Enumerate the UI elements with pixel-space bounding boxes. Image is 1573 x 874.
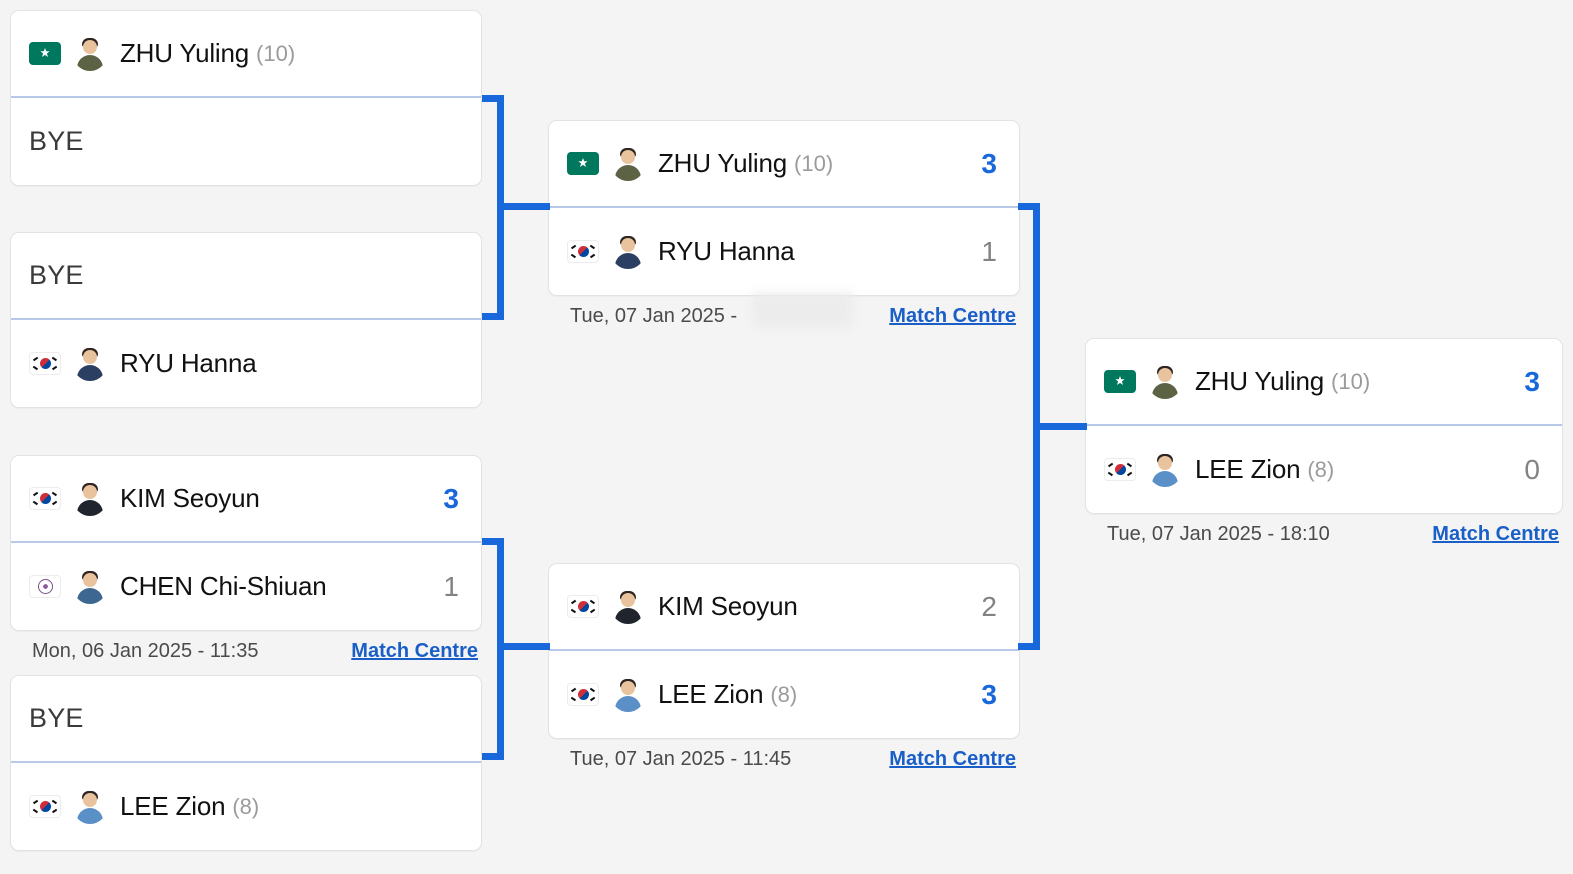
avatar bbox=[73, 790, 107, 824]
match-date: Mon, 06 Jan 2025 - 11:35 bbox=[32, 640, 259, 662]
player-seed: (8) bbox=[770, 681, 798, 707]
player-score: 3 bbox=[1524, 365, 1540, 397]
match-row-player-1[interactable]: ZHU Yuling (10) bbox=[11, 11, 481, 98]
south-korea-flag bbox=[1104, 458, 1136, 481]
south-korea-flag bbox=[29, 795, 61, 818]
player-name: LEE Zion bbox=[1195, 454, 1301, 484]
avatar bbox=[611, 678, 645, 712]
match-meta: Tue, 07 Jan 2025 - 18:10 Match Centre bbox=[1085, 523, 1563, 546]
redacted-time-overlay bbox=[753, 293, 853, 327]
player-score: 1 bbox=[443, 570, 459, 602]
player-name: KIM Seoyun bbox=[120, 483, 260, 513]
player-name: RYU Hanna bbox=[120, 348, 257, 378]
avatar bbox=[73, 347, 107, 381]
match-date: Tue, 07 Jan 2025 - 18:10 bbox=[1107, 523, 1330, 545]
bye-label: BYE bbox=[29, 260, 84, 290]
player-name: LEE Zion bbox=[658, 679, 764, 709]
bye-label: BYE bbox=[29, 126, 84, 156]
match-card[interactable]: ZHU Yuling (10) 3 LEE Zion (8) 0 bbox=[1085, 338, 1563, 514]
match-r1-m4[interactable]: BYE LEE Zion (8) bbox=[10, 675, 482, 851]
avatar bbox=[611, 147, 645, 181]
player-score: 2 bbox=[981, 590, 997, 622]
match-r2-m1[interactable]: ZHU Yuling (10) 3 RYU Hanna 1 Tue, 07 Ja… bbox=[548, 120, 1020, 328]
macau-flag bbox=[29, 42, 61, 65]
match-row-player-2[interactable]: BYE bbox=[11, 98, 481, 185]
match-row-player-2[interactable]: LEE Zion (8) 0 bbox=[1086, 426, 1562, 513]
match-meta: Tue, 07 Jan 2025 - Match Centre bbox=[548, 293, 1020, 328]
player-seed: (8) bbox=[232, 793, 260, 819]
macau-flag bbox=[567, 152, 599, 175]
avatar bbox=[611, 590, 645, 624]
player-name: CHEN Chi-Shiuan bbox=[120, 571, 327, 601]
match-r1-m3[interactable]: KIM Seoyun 3 CHEN Chi-Shiuan 1 Mon, 06 J… bbox=[10, 455, 482, 663]
player-score: 3 bbox=[981, 147, 997, 179]
south-korea-flag bbox=[29, 352, 61, 375]
connector-to-r2m1 bbox=[497, 203, 550, 210]
avatar bbox=[73, 482, 107, 516]
match-centre-link[interactable]: Match Centre bbox=[1432, 523, 1559, 546]
avatar bbox=[611, 235, 645, 269]
match-card[interactable]: KIM Seoyun 3 CHEN Chi-Shiuan 1 bbox=[10, 455, 482, 631]
match-card[interactable]: BYE RYU Hanna bbox=[10, 232, 482, 408]
player-seed: (10) bbox=[256, 40, 296, 66]
match-r3-final[interactable]: ZHU Yuling (10) 3 LEE Zion (8) 0 Tue, 07… bbox=[1085, 338, 1563, 546]
match-meta: Mon, 06 Jan 2025 - 11:35 Match Centre bbox=[10, 640, 482, 663]
match-row-player-1[interactable]: KIM Seoyun 3 bbox=[11, 456, 481, 543]
avatar bbox=[1148, 365, 1182, 399]
match-row-player-1[interactable]: ZHU Yuling (10) 3 bbox=[1086, 339, 1562, 426]
player-score: 3 bbox=[981, 678, 997, 710]
player-name: ZHU Yuling bbox=[1195, 366, 1325, 396]
south-korea-flag bbox=[567, 240, 599, 263]
connector-r2m2-stub bbox=[1018, 643, 1040, 650]
match-r1-m1[interactable]: ZHU Yuling (10) BYE bbox=[10, 10, 482, 186]
avatar bbox=[1148, 453, 1182, 487]
avatar bbox=[73, 570, 107, 604]
match-centre-link[interactable]: Match Centre bbox=[889, 748, 1016, 771]
match-row-player-1[interactable]: BYE bbox=[11, 676, 481, 763]
player-name: RYU Hanna bbox=[658, 236, 795, 266]
match-row-player-1[interactable]: ZHU Yuling (10) 3 bbox=[549, 121, 1019, 208]
match-row-player-1[interactable]: BYE bbox=[11, 233, 481, 320]
player-seed: (8) bbox=[1307, 456, 1335, 482]
match-meta: Tue, 07 Jan 2025 - 11:45 Match Centre bbox=[548, 748, 1020, 771]
match-row-player-2[interactable]: RYU Hanna 1 bbox=[549, 208, 1019, 295]
player-score: 0 bbox=[1524, 453, 1540, 485]
match-date: Tue, 07 Jan 2025 - bbox=[570, 305, 738, 327]
match-row-player-1[interactable]: KIM Seoyun 2 bbox=[549, 564, 1019, 651]
connector-to-final bbox=[1033, 423, 1087, 430]
match-centre-link[interactable]: Match Centre bbox=[889, 305, 1016, 328]
connector-r1m4-stub bbox=[482, 753, 504, 760]
match-r2-m2[interactable]: KIM Seoyun 2 LEE Zion (8) 3 Tue, 07 Jan … bbox=[548, 563, 1020, 771]
connector-r1m2-stub bbox=[482, 313, 504, 320]
match-row-player-2[interactable]: LEE Zion (8) bbox=[11, 763, 481, 850]
chinese-taipei-flag bbox=[29, 575, 61, 598]
match-card[interactable]: ZHU Yuling (10) 3 RYU Hanna 1 bbox=[548, 120, 1020, 296]
match-card[interactable]: BYE LEE Zion (8) bbox=[10, 675, 482, 851]
match-row-player-2[interactable]: CHEN Chi-Shiuan 1 bbox=[11, 543, 481, 630]
match-centre-link[interactable]: Match Centre bbox=[351, 640, 478, 663]
player-name: ZHU Yuling bbox=[658, 148, 788, 178]
south-korea-flag bbox=[567, 683, 599, 706]
bye-label: BYE bbox=[29, 703, 84, 733]
avatar bbox=[73, 37, 107, 71]
player-name: LEE Zion bbox=[120, 791, 226, 821]
player-seed: (10) bbox=[794, 150, 834, 176]
south-korea-flag bbox=[567, 595, 599, 618]
connector-to-r2m2 bbox=[497, 643, 550, 650]
macau-flag bbox=[1104, 370, 1136, 393]
match-r1-m2[interactable]: BYE RYU Hanna bbox=[10, 232, 482, 408]
tournament-bracket: ZHU Yuling (10) BYE BYE RYU Hanna KIM Se… bbox=[0, 0, 1573, 874]
south-korea-flag bbox=[29, 487, 61, 510]
match-date: Tue, 07 Jan 2025 - 11:45 bbox=[570, 748, 792, 770]
player-score: 3 bbox=[443, 482, 459, 514]
match-card[interactable]: KIM Seoyun 2 LEE Zion (8) 3 bbox=[548, 563, 1020, 739]
match-row-player-2[interactable]: LEE Zion (8) 3 bbox=[549, 651, 1019, 738]
player-seed: (10) bbox=[1331, 368, 1371, 394]
match-card[interactable]: ZHU Yuling (10) BYE bbox=[10, 10, 482, 186]
player-name: ZHU Yuling bbox=[120, 38, 250, 68]
match-row-player-2[interactable]: RYU Hanna bbox=[11, 320, 481, 407]
player-name: KIM Seoyun bbox=[658, 591, 798, 621]
player-score: 1 bbox=[981, 235, 997, 267]
